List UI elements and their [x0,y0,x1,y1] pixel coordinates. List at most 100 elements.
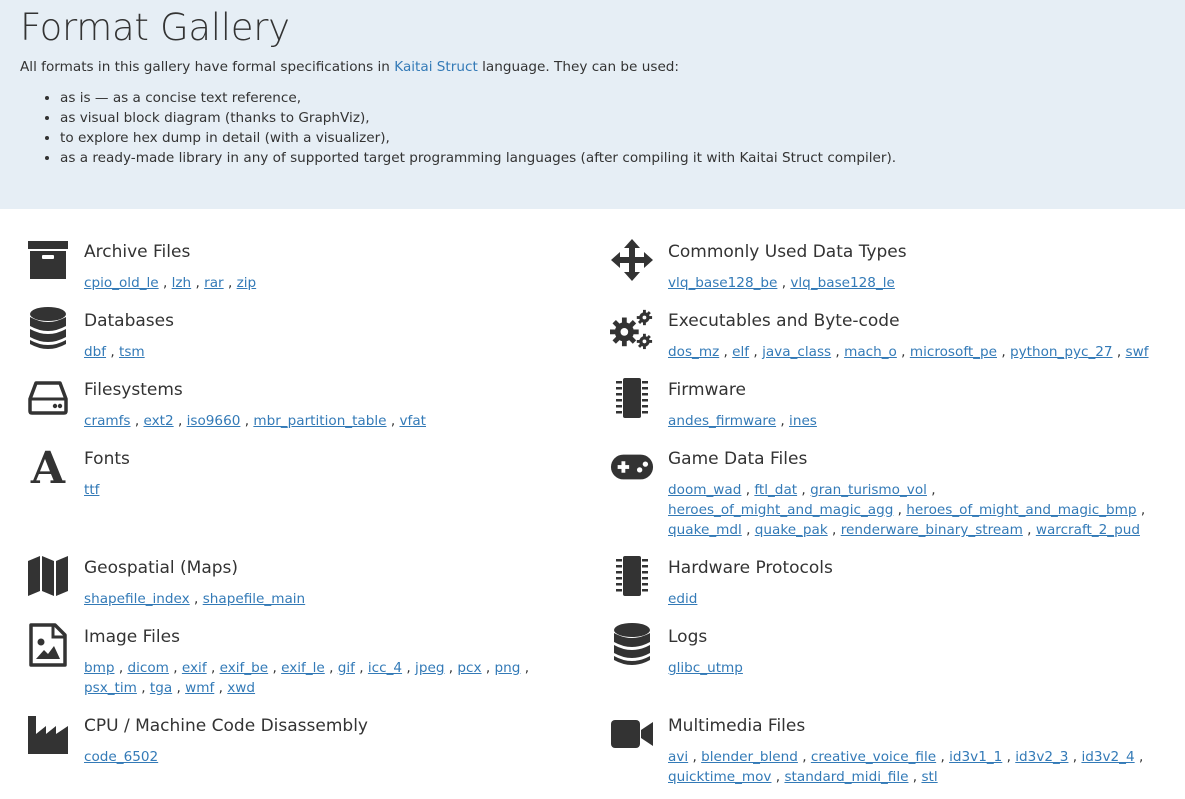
format-link[interactable]: mbr_partition_table [253,413,386,429]
use-item: to explore hex dump in detail (with a vi… [60,128,896,148]
format-link[interactable]: cramfs [84,413,131,429]
format-links: dbf , tsm [84,344,145,360]
format-link[interactable]: microsoft_pe [910,344,997,360]
format-link[interactable]: ext2 [143,413,173,429]
page-title: Format Gallery [20,6,290,49]
category-title: Logs [668,627,708,647]
format-links: edid [668,589,1158,609]
format-link[interactable]: ttf [84,482,99,498]
format-links: avi , blender_blend , creative_voice_fil… [668,749,1144,785]
format-link[interactable]: andes_firmware [668,413,776,429]
format-link[interactable]: code_6502 [84,749,158,765]
use-item: as a ready-made library in any of suppor… [60,148,896,168]
format-link[interactable]: ines [789,413,817,429]
category-title: Game Data Files [668,449,808,469]
format-link[interactable]: stl [921,769,937,785]
format-link[interactable]: cpio_old_le [84,275,159,291]
format-link[interactable]: heroes_of_might_and_magic_agg [668,502,893,518]
archive-icon [26,238,70,282]
format-link[interactable]: edid [668,591,697,607]
format-link[interactable]: vfat [400,413,427,429]
format-links: dos_mz , elf , java_class , mach_o , mic… [668,344,1149,360]
format-link[interactable]: java_class [762,344,831,360]
category-title: Geospatial (Maps) [84,558,239,578]
use-item: as visual block diagram (thanks to Graph… [60,108,896,128]
format-link[interactable]: tsm [119,344,145,360]
format-link[interactable]: id3v2_4 [1081,749,1134,765]
format-link[interactable]: jpeg [415,660,444,676]
format-link[interactable]: warcraft_2_pud [1036,522,1140,538]
format-link[interactable]: dos_mz [668,344,719,360]
format-link[interactable]: icc_4 [368,660,402,676]
format-link[interactable]: id3v2_3 [1015,749,1068,765]
format-link[interactable]: doom_wad [668,482,741,498]
format-link[interactable]: iso9660 [187,413,241,429]
category-title: Image Files [84,627,180,647]
format-link[interactable]: dicom [127,660,168,676]
map-icon [26,554,70,598]
format-link[interactable]: exif_be [220,660,269,676]
category-title: Multimedia Files [668,716,806,736]
format-link[interactable]: psx_tim [84,680,137,696]
format-link[interactable]: quicktime_mov [668,769,771,785]
font-icon: A [26,445,70,489]
format-link[interactable]: creative_voice_file [811,749,936,765]
uses-list: as is — as a concise text reference, as … [40,88,896,168]
format-link[interactable]: quake_mdl [668,522,742,538]
arrows-move-icon [610,238,654,282]
format-link[interactable]: heroes_of_might_and_magic_bmp [906,502,1136,518]
format-link[interactable]: bmp [84,660,115,676]
format-links: cramfs , ext2 , iso9660 , mbr_partition_… [84,413,427,429]
format-links: glibc_utmp [668,658,1158,678]
format-links: ttf [84,480,574,500]
format-links: cpio_old_le , lzh , rar , zip [84,275,257,291]
category-title: CPU / Machine Code Disassembly [84,716,368,736]
format-link[interactable]: gran_turismo_vol [810,482,927,498]
format-link[interactable]: glibc_utmp [668,660,743,676]
format-link[interactable]: exif [182,660,207,676]
format-link[interactable]: elf [732,344,749,360]
svg-text:A: A [30,447,66,487]
format-link[interactable]: blender_blend [701,749,798,765]
microchip-icon [610,376,654,420]
format-link[interactable]: rar [204,275,224,291]
format-link[interactable]: avi [668,749,688,765]
format-links: shapefile_index , shapefile_main [84,591,306,607]
format-link[interactable]: shapefile_index [84,591,190,607]
format-link[interactable]: id3v1_1 [949,749,1002,765]
category-title: Fonts [84,449,130,469]
database-icon [26,307,70,351]
format-link[interactable]: standard_midi_file [784,769,908,785]
format-links: doom_wad , ftl_dat , gran_turismo_vol , … [668,482,1146,538]
format-link[interactable]: zip [237,275,257,291]
video-camera-icon [610,712,654,756]
format-link[interactable]: swf [1126,344,1149,360]
category-title: Firmware [668,380,746,400]
format-link[interactable]: lzh [172,275,192,291]
format-link[interactable]: python_pyc_27 [1010,344,1113,360]
format-link[interactable]: mach_o [844,344,897,360]
database-icon [610,623,654,667]
format-link[interactable]: xwd [227,680,255,696]
category-title: Hardware Protocols [668,558,833,578]
format-link[interactable]: shapefile_main [203,591,305,607]
format-link[interactable]: vlq_base128_be [668,275,777,291]
format-link[interactable]: ftl_dat [754,482,797,498]
format-link[interactable]: dbf [84,344,106,360]
format-link[interactable]: vlq_base128_le [790,275,895,291]
format-link[interactable]: pcx [457,660,481,676]
gears-icon [610,307,654,351]
kaitai-struct-link[interactable]: Kaitai Struct [394,59,478,75]
industry-icon [26,712,70,756]
format-link[interactable]: wmf [185,680,214,696]
format-link[interactable]: gif [338,660,355,676]
format-link[interactable]: tga [150,680,172,696]
image-file-icon [26,623,70,667]
format-link[interactable]: renderware_binary_stream [841,522,1023,538]
intro-text: All formats in this gallery have formal … [20,59,679,75]
format-link[interactable]: quake_pak [755,522,828,538]
microchip-icon [610,554,654,598]
format-links: vlq_base128_be , vlq_base128_le [668,275,895,291]
format-link[interactable]: png [495,660,521,676]
format-link[interactable]: exif_le [281,660,325,676]
